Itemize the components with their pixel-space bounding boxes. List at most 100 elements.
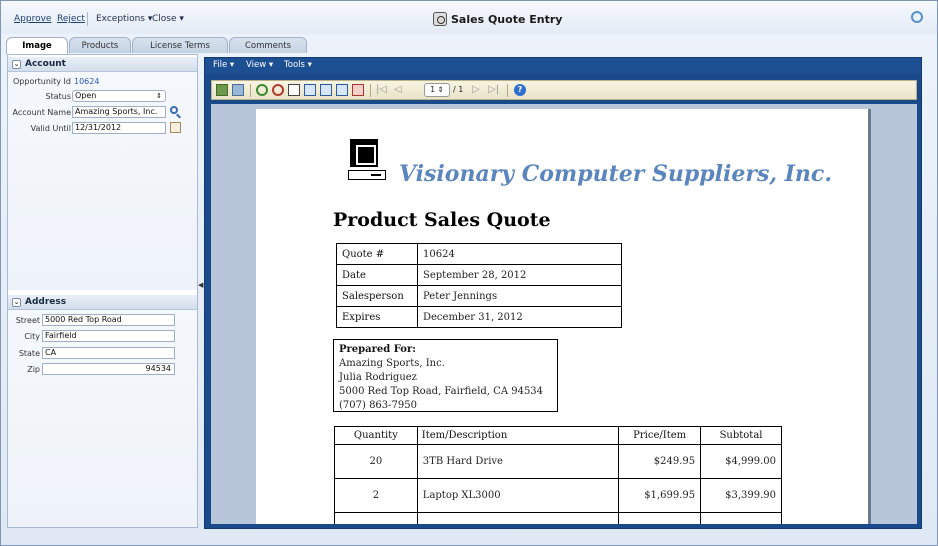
company-name: Visionary Computer Suppliers, Inc. bbox=[399, 161, 832, 187]
prepared-for-contact: Julia Rodriguez bbox=[339, 372, 417, 383]
opportunity-value[interactable]: 10624 bbox=[74, 77, 99, 86]
collapse-icon[interactable]: ⌄ bbox=[12, 297, 21, 307]
viewer-view-menu[interactable]: View ▾ bbox=[246, 60, 273, 70]
search-icon[interactable] bbox=[170, 106, 181, 119]
calendar-icon[interactable] bbox=[170, 122, 181, 133]
state-label: State bbox=[18, 349, 40, 358]
item-subtotal: $3,399.90 bbox=[700, 478, 782, 513]
previous-page-icon[interactable]: ◁ bbox=[394, 84, 406, 96]
empty-cell bbox=[618, 512, 702, 524]
chevron-down-icon: ▾ bbox=[179, 14, 184, 24]
empty-cell bbox=[700, 512, 782, 524]
table-row: Date September 28, 2012 bbox=[336, 264, 622, 286]
fit-window-icon[interactable] bbox=[304, 84, 316, 96]
table-row bbox=[334, 512, 782, 524]
status-row: Status Open ⇕ bbox=[8, 90, 197, 104]
table-row: Expires December 31, 2012 bbox=[336, 306, 622, 328]
valid-until-row: Valid Until 12/31/2012 bbox=[8, 122, 197, 136]
state-row: State CA bbox=[8, 347, 197, 361]
city-input[interactable]: Fairfield bbox=[42, 330, 175, 342]
column-header: Subtotal bbox=[700, 426, 782, 445]
last-page-icon[interactable]: ▷| bbox=[488, 84, 500, 96]
top-toolbar: Approve Reject Exceptions ▾ Close ▾ Sale… bbox=[1, 1, 937, 34]
quote-info-value: December 31, 2012 bbox=[417, 306, 622, 328]
fit-width-icon[interactable] bbox=[336, 84, 348, 96]
fit-height-icon[interactable] bbox=[320, 84, 332, 96]
item-price: $249.95 bbox=[618, 444, 702, 479]
account-section: Opportunity Id 10624 Status Open ⇕ Accou… bbox=[8, 72, 197, 290]
document-canvas[interactable]: Visionary Computer Suppliers, Inc. Produ… bbox=[211, 104, 917, 524]
busy-indicator-icon bbox=[911, 11, 923, 23]
zip-row: Zip 94534 bbox=[8, 363, 197, 377]
viewer-toolbar: |◁ ◁ 1 ⇕ / 1 ▷ ▷| ? bbox=[211, 80, 917, 100]
actual-size-icon[interactable] bbox=[288, 84, 300, 96]
fit-page-icon[interactable] bbox=[216, 84, 228, 96]
state-input[interactable]: CA bbox=[42, 347, 175, 359]
tab-comments[interactable]: Comments bbox=[229, 37, 307, 53]
page-number-input[interactable]: 1 ⇕ bbox=[424, 83, 450, 97]
quote-info-value: September 28, 2012 bbox=[417, 264, 622, 286]
empty-cell bbox=[334, 512, 418, 524]
tab-products[interactable]: Products bbox=[69, 37, 131, 53]
reject-button[interactable]: Reject bbox=[57, 14, 85, 24]
viewer-menubar: File ▾ View ▾ Tools ▾ bbox=[205, 58, 921, 74]
account-name-input[interactable]: Amazing Sports, Inc. bbox=[72, 106, 166, 118]
street-input[interactable]: 5000 Red Top Road bbox=[42, 314, 175, 326]
table-row: 20 3TB Hard Drive $249.95 $4,999.00 bbox=[334, 444, 782, 479]
pan-tool-icon[interactable] bbox=[352, 84, 364, 96]
help-icon[interactable]: ? bbox=[514, 84, 526, 96]
line-items-table: Quantity Item/Description Price/Item Sub… bbox=[334, 426, 782, 524]
section-title: Account bbox=[25, 59, 66, 69]
account-name-label: Account Name bbox=[12, 108, 71, 117]
prepared-for-company: Amazing Sports, Inc. bbox=[339, 358, 445, 369]
account-name-row: Account Name Amazing Sports, Inc. bbox=[8, 106, 197, 120]
tab-license-terms[interactable]: License Terms bbox=[132, 37, 228, 53]
collapse-icon[interactable]: ⌄ bbox=[12, 59, 21, 69]
approve-button[interactable]: Approve bbox=[14, 14, 51, 24]
column-header: Quantity bbox=[334, 426, 418, 445]
splitter-collapse-icon[interactable]: ◀ bbox=[198, 281, 203, 297]
quote-info-value: Peter Jennings bbox=[417, 285, 622, 307]
quote-info-value: 10624 bbox=[417, 243, 622, 265]
quote-info-key: Date bbox=[336, 264, 418, 286]
next-page-icon[interactable]: ▷ bbox=[472, 84, 484, 96]
thumbnails-icon[interactable] bbox=[232, 84, 244, 96]
item-subtotal: $4,999.00 bbox=[700, 444, 782, 479]
prepared-for-heading: Prepared For: bbox=[339, 344, 416, 355]
first-page-icon[interactable]: |◁ bbox=[376, 84, 388, 96]
document-title: Product Sales Quote bbox=[333, 209, 551, 231]
item-price: $1,699.95 bbox=[618, 478, 702, 513]
table-header-row: Quantity Item/Description Price/Item Sub… bbox=[334, 426, 782, 445]
item-description: Laptop XL3000 bbox=[416, 478, 620, 513]
viewer-file-menu[interactable]: File ▾ bbox=[213, 60, 234, 70]
quote-entry-icon bbox=[433, 12, 447, 26]
zoom-out-icon[interactable] bbox=[272, 84, 284, 96]
table-row: 2 Laptop XL3000 $1,699.95 $3,399.90 bbox=[334, 478, 782, 513]
account-section-header[interactable]: ⌄ Account bbox=[8, 57, 197, 72]
status-select[interactable]: Open ⇕ bbox=[72, 90, 166, 102]
app-window: Approve Reject Exceptions ▾ Close ▾ Sale… bbox=[0, 0, 938, 546]
address-section: Street 5000 Red Top Road City Fairfield … bbox=[8, 310, 197, 527]
viewer-tools-menu[interactable]: Tools ▾ bbox=[284, 60, 312, 70]
page-title: Sales Quote Entry bbox=[433, 12, 562, 26]
address-section-header[interactable]: ⌄ Address bbox=[8, 295, 197, 310]
quote-info-key: Salesperson bbox=[336, 285, 418, 307]
opportunity-row: Opportunity Id 10624 bbox=[8, 75, 197, 89]
valid-until-input[interactable]: 12/31/2012 bbox=[72, 122, 166, 134]
street-label: Street bbox=[15, 316, 40, 325]
tab-image[interactable]: Image bbox=[6, 37, 68, 54]
empty-cell bbox=[416, 512, 620, 524]
document-viewer: File ▾ View ▾ Tools ▾ |◁ ◁ 1 ⇕ / 1 ▷ ▷| … bbox=[204, 57, 922, 529]
exceptions-menu[interactable]: Exceptions ▾ bbox=[96, 14, 152, 24]
prepared-for-box: Prepared For: Amazing Sports, Inc. Julia… bbox=[333, 339, 558, 412]
prepared-for-phone: (707) 863-7950 bbox=[339, 400, 417, 411]
zip-input[interactable]: 94534 bbox=[42, 363, 175, 375]
computer-logo-icon bbox=[348, 139, 388, 181]
close-menu[interactable]: Close ▾ bbox=[152, 14, 184, 24]
item-description: 3TB Hard Drive bbox=[416, 444, 620, 479]
prepared-for-address: 5000 Red Top Road, Fairfield, CA 94534 bbox=[339, 386, 544, 397]
zoom-in-icon[interactable] bbox=[256, 84, 268, 96]
toolbar-divider bbox=[87, 12, 88, 26]
opportunity-label: Opportunity Id bbox=[13, 77, 71, 86]
page-total: / 1 bbox=[453, 85, 464, 94]
